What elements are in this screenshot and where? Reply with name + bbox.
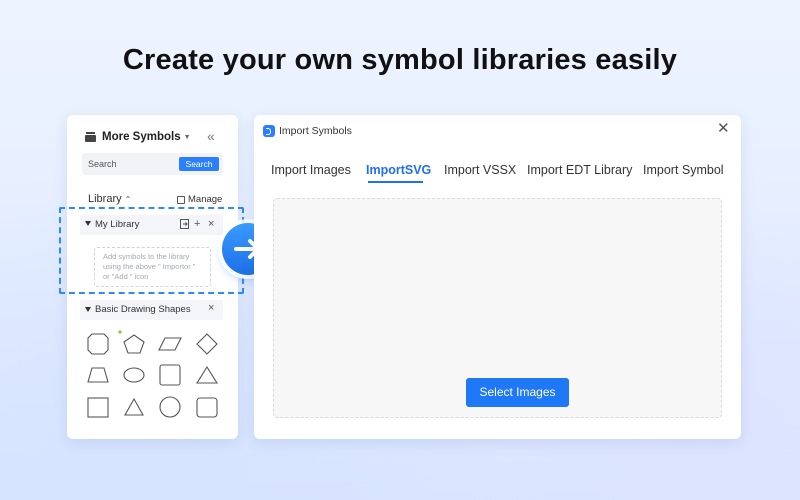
tab-import-symbol[interactable]: Import Symbol bbox=[643, 163, 724, 177]
trapezoid-shape[interactable] bbox=[87, 367, 109, 383]
library-label: Library bbox=[88, 193, 122, 205]
my-library-header[interactable]: My Library + × bbox=[80, 215, 223, 235]
manage-label: Manage bbox=[188, 194, 223, 205]
hint-line: Add symbols to the library bbox=[103, 252, 190, 261]
diamond-shape[interactable] bbox=[196, 333, 218, 355]
tab-import-vssx[interactable]: Import VSSX bbox=[444, 163, 516, 177]
edit-icon bbox=[177, 195, 185, 204]
headline: Create your own symbol libraries easily bbox=[122, 44, 678, 76]
double-chevron-up-icon: ⌃ bbox=[124, 194, 132, 204]
close-icon[interactable]: ✕ bbox=[717, 121, 730, 136]
import-icon[interactable] bbox=[180, 219, 190, 229]
library-stack-icon bbox=[85, 132, 96, 142]
add-icon[interactable]: + bbox=[194, 217, 200, 231]
ellipse-shape[interactable] bbox=[123, 367, 145, 383]
tab-import-edt-library[interactable]: Import EDT Library bbox=[527, 163, 632, 177]
expand-triangle-icon bbox=[85, 307, 91, 312]
hint-line: using the above " Importor " bbox=[103, 262, 196, 271]
rounded-square-shape[interactable] bbox=[159, 364, 181, 386]
tab-import-images[interactable]: Import Images bbox=[271, 163, 351, 177]
parallelogram-shape[interactable] bbox=[158, 337, 182, 351]
close-icon[interactable]: × bbox=[208, 302, 214, 314]
my-library-label: My Library bbox=[95, 219, 140, 230]
expand-triangle-icon bbox=[85, 221, 91, 226]
pentagon-shape[interactable] bbox=[123, 334, 145, 354]
select-images-button[interactable]: Select Images bbox=[466, 378, 569, 407]
collapse-icon[interactable]: « bbox=[207, 129, 215, 143]
my-library-dropzone: Add symbols to the library using the abo… bbox=[94, 247, 211, 287]
panel-header[interactable]: More Symbols ▼ bbox=[85, 131, 191, 143]
dialog-title: Import Symbols bbox=[279, 125, 352, 137]
triangle-shape[interactable] bbox=[196, 365, 218, 384]
hint-line: or "Add " icon bbox=[103, 272, 149, 281]
manage-button[interactable]: Manage bbox=[177, 194, 222, 205]
import-symbols-dialog: Import Symbols ✕ Import Images ImportSVG… bbox=[254, 115, 741, 439]
circle-shape[interactable] bbox=[159, 396, 181, 418]
panel-title: More Symbols bbox=[102, 131, 181, 143]
search-button[interactable]: Search bbox=[179, 157, 219, 171]
search-bar: Search bbox=[82, 153, 223, 175]
import-drop-area[interactable]: Select Images bbox=[273, 198, 722, 418]
caret-down-icon: ▼ bbox=[183, 133, 191, 141]
triangle-outline-shape[interactable] bbox=[124, 397, 144, 416]
basic-shapes-header[interactable]: Basic Drawing Shapes × bbox=[80, 300, 223, 320]
shape-grid bbox=[87, 330, 218, 418]
search-input[interactable] bbox=[82, 153, 178, 175]
library-section-toggle[interactable]: Library ⌃ bbox=[88, 193, 131, 205]
active-tab-indicator bbox=[368, 181, 423, 183]
square-shape[interactable] bbox=[87, 397, 109, 418]
octagon-shape[interactable] bbox=[87, 333, 109, 355]
close-icon[interactable]: × bbox=[208, 217, 214, 231]
app-logo-icon bbox=[263, 125, 275, 137]
rounded-rect-shape[interactable] bbox=[196, 397, 218, 418]
tab-import-svg[interactable]: ImportSVG bbox=[366, 163, 431, 177]
basic-shapes-label: Basic Drawing Shapes bbox=[95, 304, 191, 315]
